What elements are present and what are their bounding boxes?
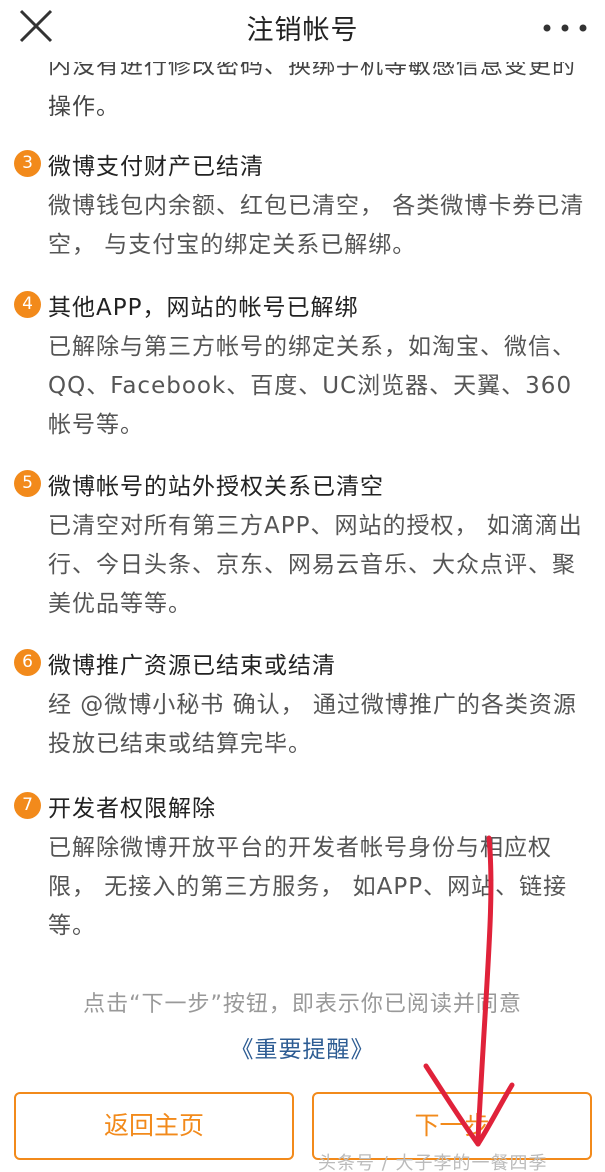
watermark-text: 头条号 / 大子李的一餐四季 xyxy=(318,1153,548,1172)
back-to-home-button[interactable]: 返回主页 xyxy=(14,1092,294,1160)
requirement-title: 微博推广资源已结束或结清 xyxy=(48,653,336,679)
step-number-badge: 3 xyxy=(14,150,41,177)
agreement-notice: 点击“下一步”按钮，即表示你已阅读并同意 xyxy=(83,992,522,1017)
step-number-badge: 4 xyxy=(14,291,41,318)
top-navigation-bar: 注销帐号 xyxy=(0,0,605,62)
requirement-description: 微博钱包内余额、红包已清空， 各类微博卡券已清空， 与支付宝的绑定关系已解绑。 xyxy=(48,193,585,258)
step-number-badge: 7 xyxy=(14,792,41,819)
requirement-title: 微博帐号的站外授权关系已清空 xyxy=(48,474,384,500)
requirement-title: 其他APP，网站的帐号已解绑 xyxy=(48,295,359,321)
step-number-badge: 6 xyxy=(14,649,41,676)
more-dots-icon[interactable] xyxy=(543,24,587,32)
requirement-description: 已解除与第三方帐号的绑定关系，如淘宝、微信、QQ、Facebook、百度、UC浏… xyxy=(48,334,576,438)
requirement-title: 开发者权限解除 xyxy=(48,796,216,822)
requirement-description: 经 @微博小秘书 确认， 通过微博推广的各类资源投放已结束或结算完毕。 xyxy=(48,692,577,757)
page-title: 注销帐号 xyxy=(246,15,359,46)
requirement-description: 已解除微博开放平台的开发者帐号身份与相应权限， 无接入的第三方服务， 如APP、… xyxy=(48,835,568,939)
important-reminder-link[interactable]: 《重要提醒》 xyxy=(0,1030,605,1064)
step-number-badge: 5 xyxy=(14,470,41,497)
requirement-description: 已清空对所有第三方APP、网站的授权， 如滴滴出行、今日头条、京东、网易云音乐、… xyxy=(48,513,583,617)
partial-text-line: 操作。 xyxy=(48,94,120,120)
requirement-title: 微博支付财产已结清 xyxy=(48,154,264,180)
